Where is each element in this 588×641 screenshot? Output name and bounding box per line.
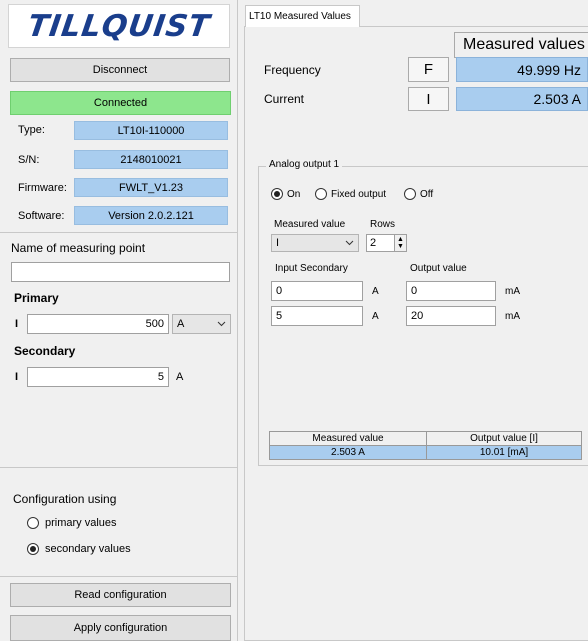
input-unit-1: A (372, 286, 379, 297)
left-panel: TILLQUIST Disconnect Connected Type: LT1… (0, 0, 238, 641)
apply-configuration-button[interactable]: Apply configuration (10, 615, 231, 641)
info-label-sn: S/N: (18, 154, 40, 166)
config-using-label: Configuration using (13, 492, 117, 506)
input-secondary-label: Input Secondary (275, 263, 348, 274)
primary-value-input[interactable]: 500 (27, 314, 169, 334)
primary-values-radio[interactable]: primary values (27, 517, 117, 529)
connection-status: Connected (10, 91, 231, 115)
info-value-software: Version 2.0.2.121 (74, 206, 228, 225)
secondary-unit: A (176, 371, 184, 383)
measured-value-selected: I (276, 237, 280, 249)
primary-symbol: I (15, 318, 19, 330)
radio-on-label: On (287, 188, 301, 200)
analog-output-title: Analog output 1 (266, 159, 343, 170)
radio-off-label: Off (420, 188, 434, 200)
tab-measured-values[interactable]: LT10 Measured Values (245, 5, 360, 27)
radio-icon (27, 517, 39, 529)
rows-label: Rows (370, 219, 396, 230)
info-value-firmware: FWLT_V1.23 (74, 178, 228, 197)
info-label-type: Type: (18, 124, 45, 136)
primary-values-label: primary values (45, 517, 117, 529)
disconnect-button[interactable]: Disconnect (10, 58, 230, 82)
measured-value-label: Measured value (274, 219, 346, 230)
output-value-field-1[interactable]: 0 (406, 281, 496, 301)
stepper-arrows-icon[interactable]: ▲ ▼ (394, 235, 406, 251)
measured-values-header: Measured values (454, 32, 588, 58)
output-unit-1: mA (505, 286, 520, 297)
radio-icon (315, 188, 327, 200)
rows-value: 2 (370, 237, 377, 249)
frequency-value: 49.999 Hz (456, 57, 588, 82)
divider (0, 467, 237, 468)
radio-on[interactable]: On (271, 188, 300, 200)
radio-checked-icon (27, 543, 39, 555)
info-value-type: LT10I-110000 (74, 121, 228, 140)
input-unit-2: A (372, 311, 379, 322)
result-measured-value: 2.503 A (269, 445, 427, 460)
secondary-symbol: I (15, 371, 19, 383)
info-label-software: Software: (18, 210, 65, 222)
result-header-output: Output value [I] (426, 431, 582, 446)
result-header-row: Measured value Output value [I] (269, 431, 582, 446)
measuring-point-input[interactable] (11, 262, 230, 282)
right-panel: LT10 Measured Values Measured values Fre… (238, 0, 588, 641)
input-secondary-field-2[interactable]: 5 (271, 306, 363, 326)
primary-unit-value: A (177, 318, 185, 330)
secondary-values-label: secondary values (45, 543, 131, 555)
rows-stepper[interactable]: 2 ▲ ▼ (366, 234, 407, 252)
primary-unit-select[interactable]: A (172, 314, 231, 334)
logo: TILLQUIST (8, 4, 230, 48)
current-label: Current (264, 92, 305, 106)
measured-value-select[interactable]: I (271, 234, 359, 252)
divider (0, 576, 237, 577)
radio-fixed-output[interactable]: Fixed output (315, 188, 386, 200)
frequency-label: Frequency (264, 63, 321, 77)
primary-heading: Primary (14, 291, 59, 305)
output-value-label: Output value (410, 263, 467, 274)
secondary-value-input[interactable]: 5 (27, 367, 169, 387)
info-value-sn: 2148010021 (74, 150, 228, 169)
result-header-measured: Measured value (269, 431, 427, 446)
divider (0, 232, 237, 233)
measuring-point-label: Name of measuring point (11, 241, 146, 255)
radio-off[interactable]: Off (404, 188, 433, 200)
read-configuration-button[interactable]: Read configuration (10, 583, 231, 607)
input-secondary-field-1[interactable]: 0 (271, 281, 363, 301)
chevron-down-icon (345, 237, 354, 249)
info-label-firmware: Firmware: (18, 182, 67, 194)
result-output-value: 10.01 [mA] (426, 445, 582, 460)
secondary-heading: Secondary (14, 344, 76, 358)
radio-fixed-label: Fixed output (331, 188, 387, 200)
result-row: 2.503 A 10.01 [mA] (269, 445, 582, 460)
chevron-down-icon (217, 318, 226, 330)
frequency-symbol: F (408, 57, 449, 82)
radio-icon (404, 188, 416, 200)
logo-text: TILLQUIST (25, 8, 213, 44)
output-value-field-2[interactable]: 20 (406, 306, 496, 326)
current-symbol: I (408, 87, 449, 111)
radio-checked-icon (271, 188, 283, 200)
secondary-values-radio[interactable]: secondary values (27, 543, 131, 555)
current-value: 2.503 A (456, 87, 588, 111)
result-table: Measured value Output value [I] 2.503 A … (269, 431, 582, 460)
output-unit-2: mA (505, 311, 520, 322)
